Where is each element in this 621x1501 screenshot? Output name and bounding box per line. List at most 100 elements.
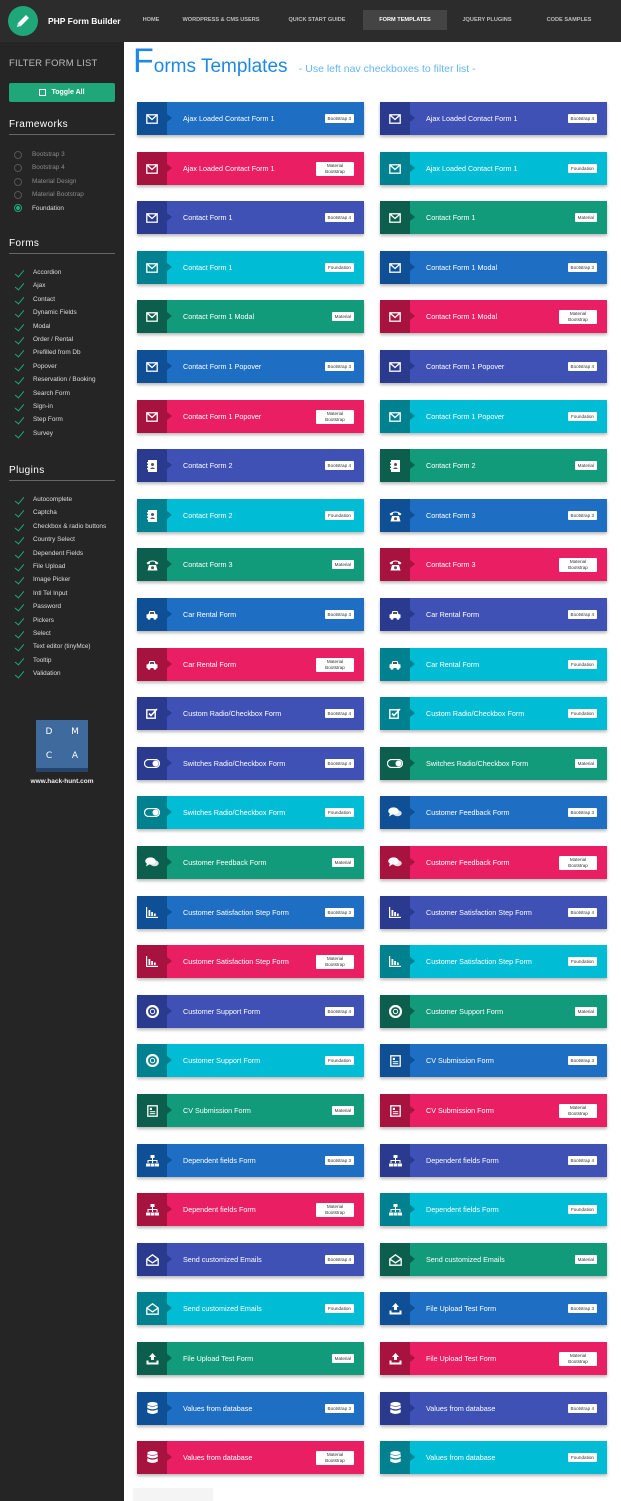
form-template-card[interactable]: Contact Form 1 Popover Material Bootstrap bbox=[137, 400, 364, 433]
form-template-card[interactable]: File Upload Test Form Material Bootstrap bbox=[380, 1342, 607, 1375]
checkmark-icon[interactable] bbox=[14, 616, 26, 626]
form-template-card[interactable]: Customer Support Form Bootstrap 4 bbox=[137, 995, 364, 1028]
form-filter-item[interactable]: Search Form bbox=[14, 387, 119, 400]
form-template-card[interactable]: Values from database Material Bootstrap bbox=[137, 1441, 364, 1474]
form-template-card[interactable]: CV Submission Form Material Bootstrap bbox=[380, 1094, 607, 1127]
framework-option[interactable]: Bootstrap 4 bbox=[14, 161, 119, 174]
form-template-card[interactable]: Dependent fields Form Foundation bbox=[380, 1193, 607, 1226]
checkmark-icon[interactable] bbox=[14, 322, 26, 332]
form-template-card[interactable]: Send customized Emails Foundation bbox=[137, 1292, 364, 1325]
form-template-card[interactable]: Contact Form 2 Bootstrap 4 bbox=[137, 449, 364, 482]
form-template-card[interactable]: Contact Form 1 Popover Bootstrap 4 bbox=[380, 350, 607, 383]
plugin-filter-item[interactable]: Dependent Fields bbox=[14, 547, 119, 560]
form-template-card[interactable]: Customer Satisfaction Step Form Bootstrap… bbox=[380, 896, 607, 929]
plugin-filter-item[interactable]: Validation bbox=[14, 667, 119, 680]
form-template-card[interactable]: Custom Radio/Checkbox Form Foundation bbox=[380, 697, 607, 730]
framework-option[interactable]: Foundation bbox=[14, 202, 119, 215]
form-template-card[interactable]: Dependent fields Form Material Bootstrap bbox=[137, 1193, 364, 1226]
form-template-card[interactable]: Send customized Emails Material bbox=[380, 1243, 607, 1276]
form-filter-item[interactable]: Survey bbox=[14, 427, 119, 440]
form-filter-item[interactable]: Step Form bbox=[14, 413, 119, 426]
form-template-card[interactable]: File Upload Test Form Bootstrap 3 bbox=[380, 1292, 607, 1325]
plugin-filter-item[interactable]: Tooltip bbox=[14, 654, 119, 667]
checkmark-icon[interactable] bbox=[14, 375, 26, 385]
checkmark-icon[interactable] bbox=[14, 308, 26, 318]
plugin-filter-item[interactable]: Pickers bbox=[14, 614, 119, 627]
form-template-card[interactable]: Customer Satisfaction Step Form Material … bbox=[137, 945, 364, 978]
checkmark-icon[interactable] bbox=[14, 549, 26, 559]
form-template-card[interactable]: CV Submission Form Bootstrap 3 bbox=[380, 1044, 607, 1077]
form-template-card[interactable]: Customer Satisfaction Step Form Foundatio… bbox=[380, 945, 607, 978]
checkmark-icon[interactable] bbox=[14, 268, 26, 278]
form-filter-item[interactable]: Contact bbox=[14, 293, 119, 306]
checkmark-icon[interactable] bbox=[14, 589, 26, 599]
radio-button[interactable] bbox=[14, 177, 22, 186]
form-template-card[interactable]: Ajax Loaded Contact Form 1 Foundation bbox=[380, 152, 607, 185]
checkmark-icon[interactable] bbox=[14, 495, 26, 505]
form-template-card[interactable]: Values from database Bootstrap 4 bbox=[380, 1392, 607, 1425]
nav-code-samples[interactable]: CODE SAMPLES bbox=[527, 10, 611, 30]
form-template-card[interactable]: Contact Form 3 Bootstrap 3 bbox=[380, 499, 607, 532]
checkmark-icon[interactable] bbox=[14, 602, 26, 612]
form-template-card[interactable]: Contact Form 3 Material bbox=[137, 548, 364, 581]
checkmark-icon[interactable] bbox=[14, 362, 26, 372]
checkmark-icon[interactable] bbox=[14, 575, 26, 585]
form-template-card[interactable]: Contact Form 1 Modal Material bbox=[137, 300, 364, 333]
radio-button[interactable] bbox=[14, 164, 22, 173]
plugin-filter-item[interactable]: Text editor (tinyMce) bbox=[14, 640, 119, 653]
form-filter-item[interactable]: Accordion bbox=[14, 266, 119, 279]
nav-jquery-plugins[interactable]: JQUERY PLUGINS bbox=[447, 10, 527, 30]
checkmark-icon[interactable] bbox=[14, 402, 26, 412]
radio-button[interactable] bbox=[14, 204, 22, 213]
plugin-filter-item[interactable]: Checkbox & radio buttons bbox=[14, 520, 119, 533]
form-template-card[interactable]: Contact Form 3 Material Bootstrap bbox=[380, 548, 607, 581]
checkmark-icon[interactable] bbox=[14, 335, 26, 345]
checkmark-icon[interactable] bbox=[14, 281, 26, 291]
form-filter-item[interactable]: Popover bbox=[14, 360, 119, 373]
radio-button[interactable] bbox=[14, 150, 22, 159]
form-filter-item[interactable]: Ajax bbox=[14, 279, 119, 292]
form-template-card[interactable]: Contact Form 1 Popover Foundation bbox=[380, 400, 607, 433]
checkmark-icon[interactable] bbox=[14, 295, 26, 305]
plugin-filter-item[interactable]: Intl Tel Input bbox=[14, 587, 119, 600]
framework-option[interactable]: Material Design bbox=[14, 175, 119, 188]
form-template-card[interactable]: Customer Feedback Form Bootstrap 3 bbox=[380, 796, 607, 829]
checkmark-icon[interactable] bbox=[14, 522, 26, 532]
form-template-card[interactable]: Switches Radio/Checkbox Form Bootstrap 4 bbox=[137, 747, 364, 780]
form-template-card[interactable]: Ajax Loaded Contact Form 1 Material Boots… bbox=[137, 152, 364, 185]
plugin-filter-item[interactable]: Select bbox=[14, 627, 119, 640]
form-template-card[interactable]: Customer Support Form Material bbox=[380, 995, 607, 1028]
form-filter-item[interactable]: Reservation / Booking bbox=[14, 373, 119, 386]
form-template-card[interactable]: Contact Form 2 Foundation bbox=[137, 499, 364, 532]
nav-quick-start-guide[interactable]: QUICK START GUIDE bbox=[271, 10, 363, 30]
nav-home[interactable]: HOME bbox=[131, 10, 171, 30]
form-template-card[interactable]: Car Rental Form Foundation bbox=[380, 648, 607, 681]
checkmark-icon[interactable] bbox=[14, 348, 26, 358]
plugin-filter-item[interactable]: Country Select bbox=[14, 533, 119, 546]
dmca-badge[interactable]: D M C A bbox=[36, 720, 88, 772]
form-template-card[interactable]: CV Submission Form Material bbox=[137, 1094, 364, 1127]
form-filter-item[interactable]: Prefilled from Db bbox=[14, 346, 119, 359]
brand[interactable]: PHP Form Builder bbox=[8, 6, 121, 36]
plugin-filter-item[interactable]: Image Picker bbox=[14, 573, 119, 586]
plugin-filter-item[interactable]: Autocomplete bbox=[14, 493, 119, 506]
checkmark-icon[interactable] bbox=[14, 429, 26, 439]
form-template-card[interactable]: Contact Form 1 Popover Bootstrap 3 bbox=[137, 350, 364, 383]
form-template-card[interactable]: Customer Feedback Form Material Bootstrap bbox=[380, 846, 607, 879]
form-template-card[interactable]: Car Rental Form Material Bootstrap bbox=[137, 648, 364, 681]
checkmark-icon[interactable] bbox=[14, 669, 26, 679]
checkmark-icon[interactable] bbox=[14, 629, 26, 639]
framework-option[interactable]: Bootstrap 3 bbox=[14, 148, 119, 161]
plugin-filter-item[interactable]: File Upload bbox=[14, 560, 119, 573]
form-template-card[interactable]: File Upload Test Form Material bbox=[137, 1342, 364, 1375]
form-template-card[interactable]: Ajax Loaded Contact Form 1 Bootstrap 4 bbox=[380, 102, 607, 135]
form-filter-item[interactable]: Dynamic Fields bbox=[14, 306, 119, 319]
plugin-filter-item[interactable]: Password bbox=[14, 600, 119, 613]
form-template-card[interactable]: Contact Form 1 Foundation bbox=[137, 251, 364, 284]
checkmark-icon[interactable] bbox=[14, 562, 26, 572]
form-template-card[interactable]: Customer Feedback Form Material bbox=[137, 846, 364, 879]
form-template-card[interactable]: Values from database Foundation bbox=[380, 1441, 607, 1474]
checkmark-icon[interactable] bbox=[14, 656, 26, 666]
form-template-card[interactable]: Dependent fields Form Bootstrap 3 bbox=[137, 1144, 364, 1177]
form-filter-item[interactable]: Sign-in bbox=[14, 400, 119, 413]
